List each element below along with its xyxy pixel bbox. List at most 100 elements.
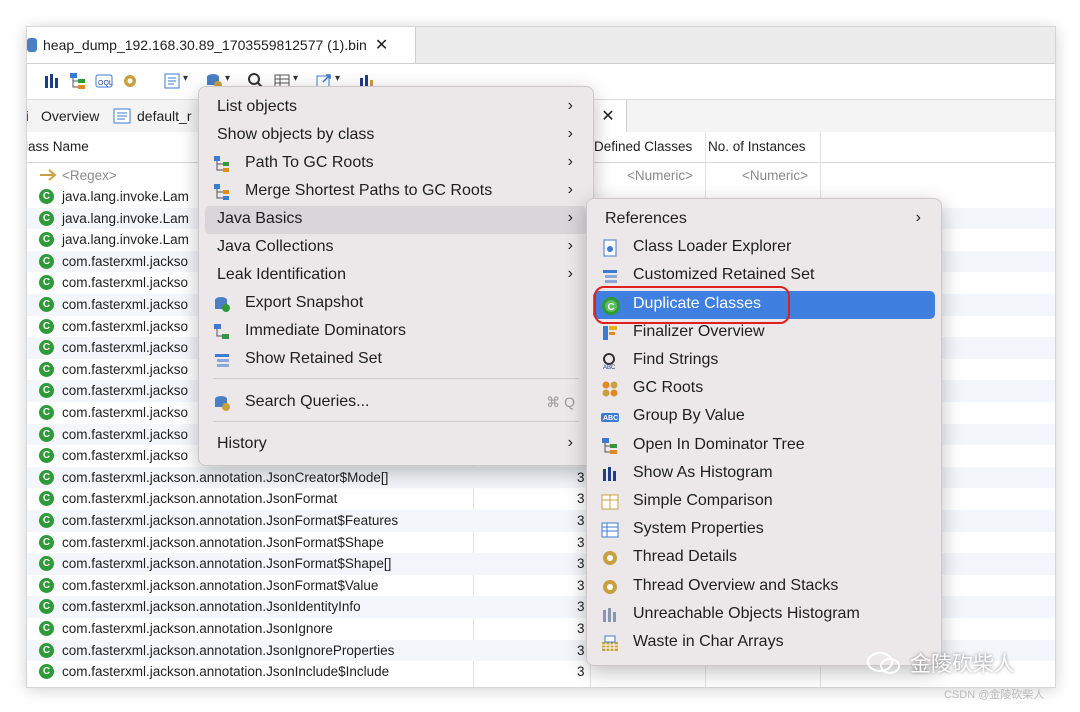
submenu-item-group-by-value[interactable]: ABC Group By Value	[593, 403, 935, 431]
editor-tab-bar: heap_dump_192.168.30.89_1703559812577 (1…	[27, 27, 1055, 64]
histogram-icon[interactable]	[43, 72, 61, 90]
column-defined-classes[interactable]: Defined Classes	[594, 139, 692, 154]
menu-item-label: History	[217, 435, 267, 452]
class-icon: C	[39, 210, 54, 226]
defined-classes-cell: 3	[577, 664, 585, 680]
histogram-icon	[601, 465, 619, 483]
dominator-tree-icon	[601, 437, 619, 455]
menu-item-export-snapshot[interactable]: Export Snapshot	[205, 290, 587, 318]
oql-icon[interactable]: OQL	[95, 72, 113, 90]
defined-classes-cell: 3	[577, 642, 585, 658]
menu-separator	[213, 378, 579, 379]
column-instances[interactable]: No. of Instances	[708, 139, 806, 154]
gc-roots-icon	[601, 380, 619, 398]
submenu-item-find-strings[interactable]: ABC Find Strings	[593, 347, 935, 375]
shortcut-label: ⌘ Q	[546, 394, 575, 410]
report-icon[interactable]	[163, 72, 188, 90]
merge-paths-icon	[213, 183, 231, 201]
class-icon: C	[39, 469, 54, 485]
tab-overview[interactable]: Overview	[41, 100, 99, 132]
class-name-cell: com.fasterxml.jackson.annotation.JsonIgn…	[62, 621, 333, 636]
submenu-item-thread-details[interactable]: Thread Details	[593, 544, 935, 572]
class-icon: C	[39, 297, 54, 312]
submenu-item-label: Find Strings	[633, 351, 719, 368]
submenu-item-references[interactable]: References ›	[593, 206, 935, 234]
wechat-icon	[866, 651, 902, 675]
tab-default-report[interactable]: default_r	[113, 100, 191, 132]
editor-tab-heap-dump[interactable]: heap_dump_192.168.30.89_1703559812577 (1…	[27, 27, 416, 63]
defined-classes-cell: 3	[577, 599, 585, 615]
menu-item-leak-identification[interactable]: Leak Identification ›	[205, 262, 587, 290]
defined-classes-cell: 3	[577, 577, 585, 593]
menu-item-java-collections[interactable]: Java Collections ›	[205, 234, 587, 262]
class-name-cell: com.fasterxml.jackso	[62, 426, 189, 442]
submenu-item-open-in-dominator-tree[interactable]: Open In Dominator Tree	[593, 432, 935, 460]
numeric-filter-instances[interactable]: <Numeric>	[742, 168, 808, 183]
database-icon	[27, 38, 37, 52]
watermark-sub: CSDN @金陵砍柴人	[944, 689, 1045, 701]
tab-default-report-label: default_r	[137, 108, 192, 124]
class-icon: C	[39, 534, 54, 550]
class-icon: C	[39, 513, 54, 528]
menu-item-immediate-dominators[interactable]: Immediate Dominators	[205, 318, 587, 346]
regex-filter[interactable]: <Regex>	[62, 168, 117, 183]
submenu-item-gc-roots[interactable]: GC Roots	[593, 375, 935, 403]
submenu-item-class-loader-explorer[interactable]: Class Loader Explorer	[593, 234, 935, 262]
menu-item-label: Merge Shortest Paths to GC Roots	[245, 182, 493, 199]
chevron-right-icon: ›	[567, 209, 573, 226]
menu-item-path-to-gc-roots[interactable]: Path To GC Roots ›	[205, 150, 587, 178]
report-icon	[113, 108, 131, 124]
submenu-item-simple-comparison[interactable]: Simple Comparison	[593, 488, 935, 516]
svg-text:ABC: ABC	[603, 415, 618, 422]
search-queries-icon	[213, 394, 231, 412]
menu-item-java-basics[interactable]: Java Basics ›	[205, 206, 587, 234]
class-name-cell: java.lang.invoke.Lam	[62, 189, 189, 204]
close-icon[interactable]: ✕	[375, 35, 388, 55]
submenu-item-label: Waste in Char Arrays	[633, 633, 784, 650]
class-name-cell: com.fasterxml.jackson.annotation.JsonIgn…	[62, 642, 395, 658]
menu-item-show-retained-set[interactable]: Show Retained Set	[205, 346, 587, 374]
menu-item-merge-shortest-paths[interactable]: Merge Shortest Paths to GC Roots ›	[205, 178, 587, 206]
menu-item-show-objects-by-class[interactable]: Show objects by class ›	[205, 122, 587, 150]
gear-icon[interactable]	[121, 72, 139, 90]
class-name-cell: java.lang.invoke.Lam	[62, 232, 189, 248]
class-name-cell: com.fasterxml.jackson.annotation.JsonFor…	[62, 513, 399, 528]
submenu-item-thread-overview-and-stacks[interactable]: Thread Overview and Stacks	[593, 573, 935, 601]
tab-histogram-close[interactable]: ✕	[589, 100, 627, 132]
class-name-cell: com.fasterxml.jackson.annotation.JsonIde…	[62, 599, 361, 615]
java-basics-submenu: References › Class Loader Explorer Customiz…	[586, 198, 942, 666]
class-name-cell: com.fasterxml.jackson.annotation.JsonFor…	[62, 534, 384, 550]
submenu-item-show-as-histogram[interactable]: Show As Histogram	[593, 460, 935, 488]
class-icon: C	[39, 621, 54, 636]
menu-item-label: Export Snapshot	[245, 294, 364, 311]
close-icon[interactable]: ✕	[601, 106, 614, 126]
class-icon: C	[39, 318, 54, 334]
submenu-item-label: Unreachable Objects Histogram	[633, 604, 860, 622]
retained-set-icon	[213, 351, 231, 369]
submenu-item-unreachable-objects-histogram[interactable]: Unreachable Objects Histogram	[593, 601, 935, 629]
thread-details-icon	[601, 549, 619, 567]
unreachable-histogram-icon	[601, 606, 619, 624]
context-menu: List objects › Show objects by class › Path …	[198, 86, 594, 466]
filter-icon	[39, 167, 59, 183]
chevron-right-icon: ›	[567, 434, 573, 451]
class-name-cell: com.fasterxml.jackso	[62, 340, 189, 356]
waste-char-icon	[601, 634, 619, 652]
svg-text:ABC: ABC	[603, 365, 616, 370]
numeric-filter-defined[interactable]: <Numeric>	[627, 168, 693, 183]
submenu-item-label: Customized Retained Set	[633, 266, 815, 284]
class-icon: C	[39, 491, 54, 507]
path-icon	[213, 155, 231, 173]
dominator-tree-icon[interactable]	[69, 72, 87, 90]
submenu-item-label: GC Roots	[633, 379, 704, 397]
menu-item-search-queries[interactable]: Search Queries... ⌘ Q	[205, 389, 587, 417]
column-class-name[interactable]: lass Name	[27, 139, 89, 154]
class-icon: C	[39, 448, 54, 464]
class-icon: C	[39, 340, 54, 356]
class-icon: C	[39, 664, 54, 680]
menu-item-history[interactable]: History ›	[205, 431, 587, 459]
submenu-item-system-properties[interactable]: System Properties	[593, 516, 935, 544]
class-icon: C	[39, 405, 54, 420]
defined-classes-cell: 3	[577, 513, 585, 528]
menu-item-list-objects[interactable]: List objects ›	[205, 94, 587, 122]
